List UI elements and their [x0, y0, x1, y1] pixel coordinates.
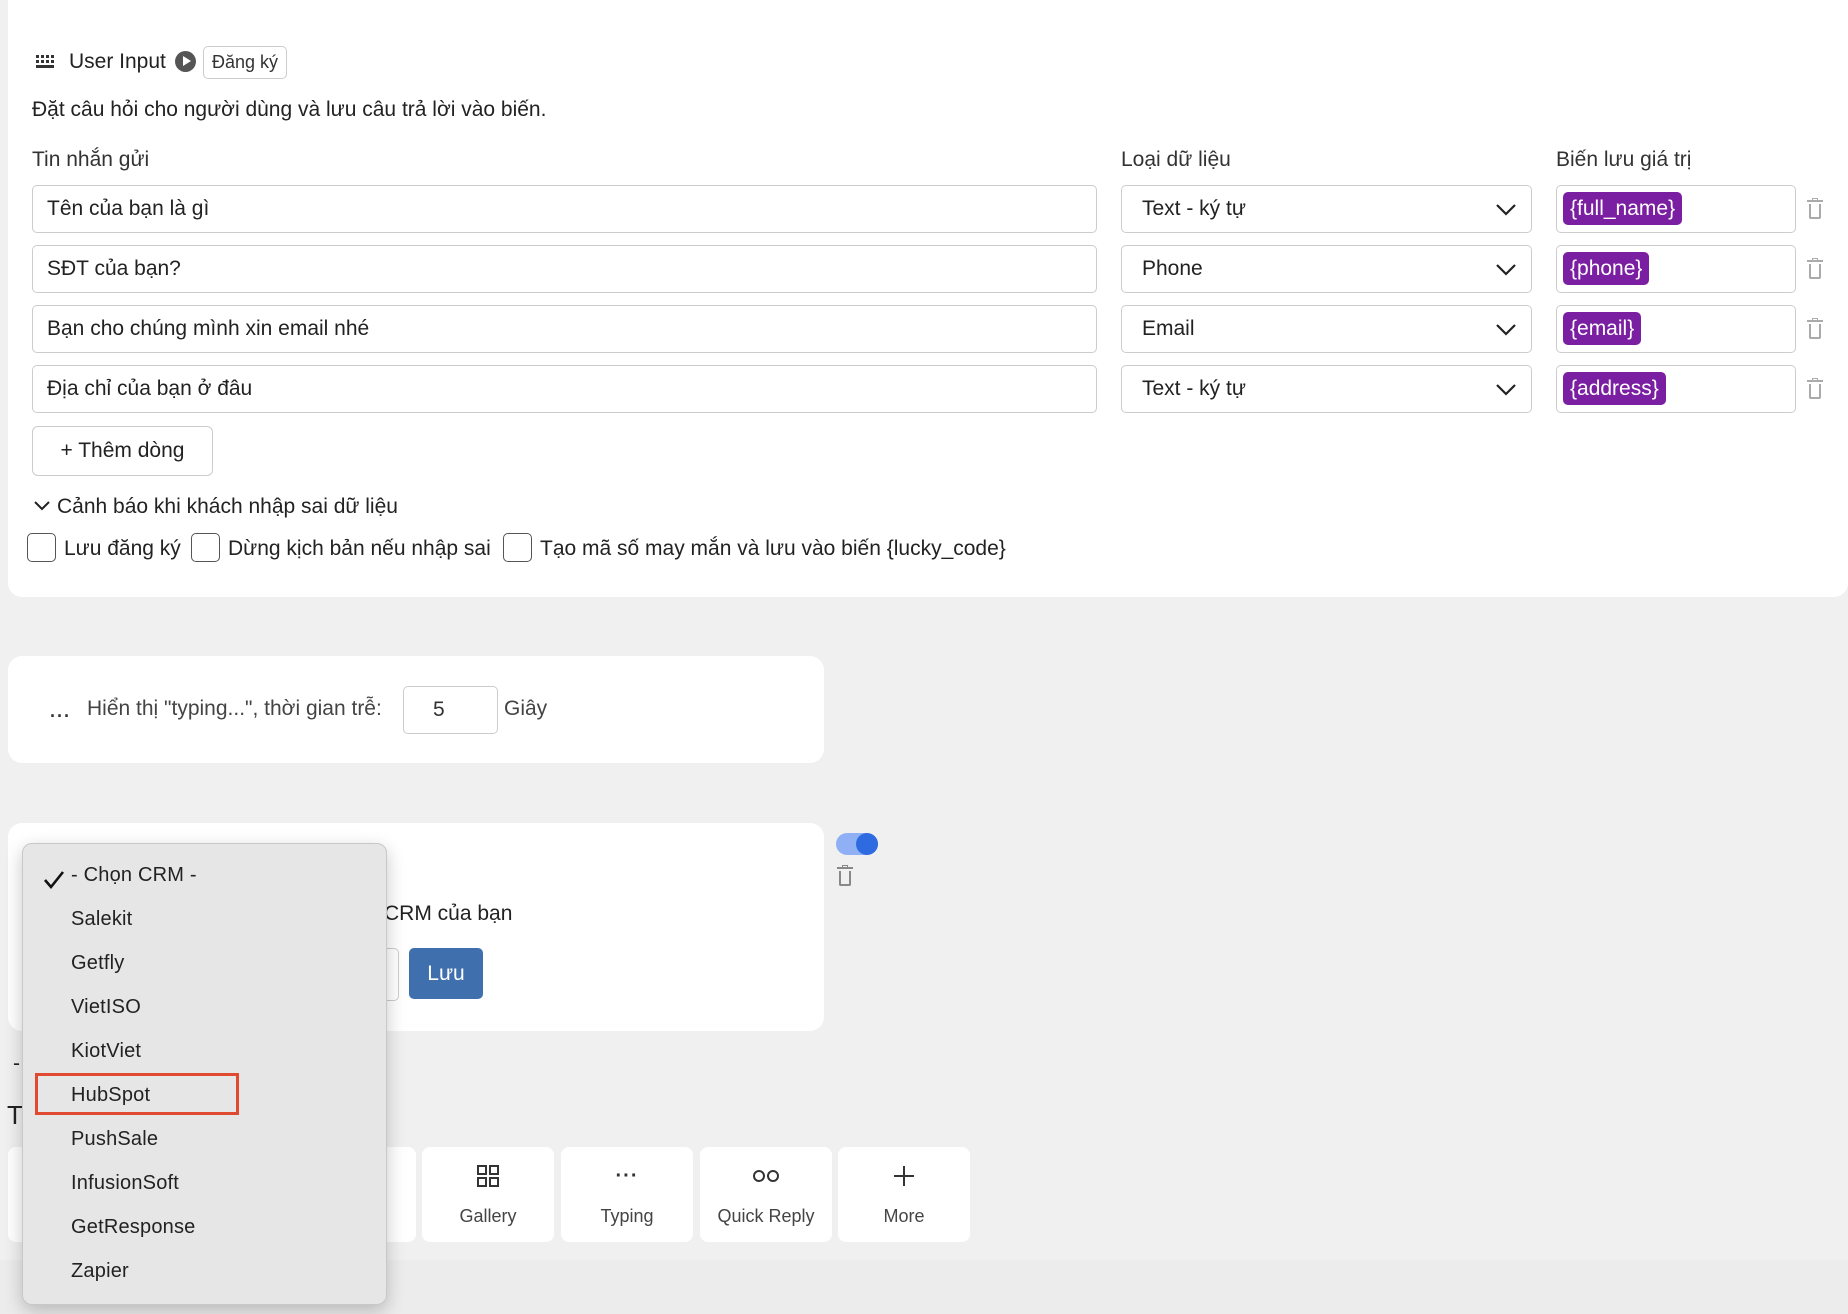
crm-dropdown-menu[interactable]: - Chọn CRM - Salekit Getfly VietISO Kiot…: [22, 843, 387, 1305]
message-input[interactable]: Địa chỉ của bạn ở đâu: [32, 365, 1097, 413]
trash-icon[interactable]: [1807, 198, 1823, 220]
block-badge: Đăng ký: [203, 46, 288, 79]
variable-field[interactable]: {address}: [1556, 365, 1796, 413]
variable-field[interactable]: {full_name}: [1556, 185, 1796, 233]
warning-toggle[interactable]: Cảnh báo khi khách nhập sai dữ liệu: [57, 495, 398, 519]
variable-tag: {full_name}: [1563, 192, 1683, 225]
chevron-down-icon: [1496, 204, 1516, 216]
variable-field[interactable]: {phone}: [1556, 245, 1796, 293]
crm-enable-toggle[interactable]: [836, 833, 878, 855]
trash-icon[interactable]: [1807, 258, 1823, 280]
grid-icon: [477, 1165, 499, 1187]
data-type-select[interactable]: Phone: [1121, 245, 1532, 293]
chevron-down-icon: [1496, 324, 1516, 336]
tile-quick-reply[interactable]: Quick Reply: [700, 1147, 832, 1242]
partial-text: -: [13, 1052, 20, 1075]
typing-delay-input[interactable]: 5: [403, 686, 498, 734]
variable-tag: {address}: [1563, 372, 1666, 405]
crm-option-hubspot[interactable]: HubSpot: [71, 1084, 150, 1107]
column-header-data-type: Loại dữ liệu: [1121, 148, 1231, 171]
checkbox-label: Tạo mã số may mắn và lưu vào biến {lucky…: [540, 537, 1006, 560]
column-header-message: Tin nhắn gửi: [32, 148, 150, 171]
data-type-select[interactable]: Email: [1121, 305, 1532, 353]
plus-icon: [894, 1166, 914, 1186]
chevron-down-icon: [1496, 384, 1516, 396]
add-row-button[interactable]: + Thêm dòng: [32, 426, 213, 476]
crm-option-infusionsoft[interactable]: InfusionSoft: [71, 1172, 179, 1195]
stop-on-error-checkbox[interactable]: [191, 533, 220, 562]
block-title: User Input: [69, 50, 166, 73]
variable-field[interactable]: {email}: [1556, 305, 1796, 353]
trash-icon[interactable]: [837, 865, 853, 887]
typing-unit-label: Giây: [504, 697, 548, 720]
crm-option-getresponse[interactable]: GetResponse: [71, 1216, 196, 1239]
chevron-down-icon: [1496, 264, 1516, 276]
data-type-value: Text - ký tự: [1142, 377, 1246, 400]
variable-tag: {email}: [1563, 312, 1642, 345]
tile-label: Gallery: [459, 1206, 517, 1226]
quick-reply-icon: [753, 1170, 779, 1182]
save-button[interactable]: Lưu: [409, 948, 483, 999]
trash-icon[interactable]: [1807, 378, 1823, 400]
tile-label: Typing: [600, 1206, 654, 1226]
crm-option-kiotviet[interactable]: KiotViet: [71, 1040, 141, 1063]
tile-gallery[interactable]: Gallery: [422, 1147, 554, 1242]
crm-option-vietiso[interactable]: VietISO: [71, 996, 141, 1019]
variable-tag: {phone}: [1563, 252, 1650, 285]
message-input[interactable]: Bạn cho chúng mình xin email nhé: [32, 305, 1097, 353]
keyboard-icon: [36, 53, 58, 69]
message-input[interactable]: SĐT của bạn?: [32, 245, 1097, 293]
crm-description: CRM của bạn: [384, 902, 513, 925]
data-type-value: Text - ký tự: [1142, 197, 1246, 220]
data-type-value: Email: [1142, 317, 1195, 340]
tile-more[interactable]: More: [838, 1147, 970, 1242]
crm-option-zapier[interactable]: Zapier: [71, 1260, 129, 1283]
checkmark-icon: [44, 871, 65, 890]
crm-option-none[interactable]: - Chọn CRM -: [71, 864, 197, 887]
crm-option-getfly[interactable]: Getfly: [71, 952, 124, 975]
block-description: Đặt câu hỏi cho người dùng và lưu câu tr…: [32, 98, 547, 121]
message-input[interactable]: Tên của bạn là gì: [32, 185, 1097, 233]
trash-icon[interactable]: [1807, 318, 1823, 340]
data-type-value: Phone: [1142, 257, 1203, 280]
tile-label: More: [883, 1206, 925, 1226]
tile-label: Quick Reply: [717, 1206, 815, 1226]
data-type-select[interactable]: Text - ký tự: [1121, 185, 1532, 233]
save-registration-checkbox[interactable]: [27, 533, 56, 562]
data-type-select[interactable]: Text - ký tự: [1121, 365, 1532, 413]
checkbox-label: Dừng kịch bản nếu nhập sai: [228, 537, 491, 560]
tile-typing[interactable]: ··· Typing: [561, 1147, 693, 1242]
partial-heading: T: [7, 1100, 23, 1130]
typing-dots-icon: ···: [50, 706, 71, 726]
checkbox-label: Lưu đăng ký: [64, 537, 181, 560]
column-header-variable: Biến lưu giá trị: [1556, 148, 1692, 171]
crm-option-salekit[interactable]: Salekit: [71, 908, 132, 931]
crm-option-pushsale[interactable]: PushSale: [71, 1128, 158, 1151]
play-icon[interactable]: [175, 51, 196, 72]
typing-label: Hiển thị "typing...", thời gian trễ:: [87, 697, 382, 720]
lucky-code-checkbox[interactable]: [503, 533, 532, 562]
chevron-down-icon[interactable]: [34, 498, 50, 514]
dots-icon: ···: [615, 1164, 639, 1187]
